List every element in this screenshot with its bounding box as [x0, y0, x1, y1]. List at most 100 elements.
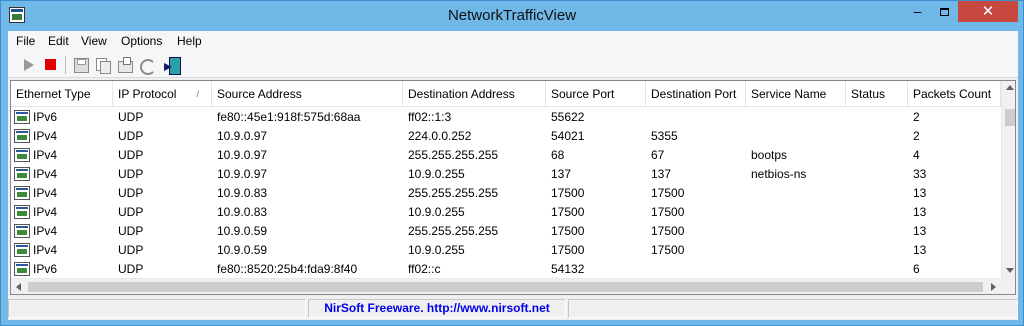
- cell-destination-address: 10.9.0.255: [408, 205, 465, 219]
- client-area: File Edit View Options Help Ethernet Typ…: [8, 31, 1018, 320]
- cell-packets-count: 13: [913, 186, 927, 200]
- cell-packets-count: 13: [913, 205, 927, 219]
- cell-packets-count: 4: [913, 148, 920, 162]
- cell-ethernet-type: IPv4: [33, 224, 58, 238]
- cell-source-address: 10.9.0.97: [217, 167, 268, 181]
- minimize-button[interactable]: –: [904, 1, 931, 22]
- table-row[interactable]: IPv4 UDP 10.9.0.59 10.9.0.255 17500 17500 13: [11, 241, 1001, 260]
- column-service-name[interactable]: Service Name: [746, 81, 846, 107]
- cell-ethernet-type: IPv6: [33, 110, 58, 124]
- cell-destination-port: 17500: [651, 186, 685, 200]
- cell-source-port: 17500: [551, 224, 585, 238]
- cell-source-port: 137: [551, 167, 572, 181]
- cell-ethernet-type: IPv4: [33, 243, 58, 257]
- table-row[interactable]: IPv4 UDP 10.9.0.83 255.255.255.255 17500 1750…: [11, 184, 1001, 203]
- scroll-up-icon[interactable]: [1006, 85, 1014, 90]
- menu-options[interactable]: Options: [121, 34, 162, 48]
- cell-destination-port: [646, 108, 746, 127]
- vertical-scroll-thumb[interactable]: [1005, 109, 1015, 126]
- cell-ip-protocol: UDP: [118, 129, 144, 143]
- table-row[interactable]: IPv6 UDP fe80::45e1:918f:575d:68aa ff02::1:…: [11, 108, 1001, 127]
- menu-help[interactable]: Help: [177, 34, 202, 48]
- cell-ip-protocol: UDP: [118, 262, 144, 276]
- cell-source-address: 10.9.0.83: [217, 186, 268, 200]
- scroll-down-icon[interactable]: [1006, 268, 1014, 273]
- column-source-address[interactable]: Source Address: [212, 81, 403, 107]
- menu-bar: File Edit View Options Help: [8, 31, 1018, 52]
- column-destination-port[interactable]: Destination Port: [646, 81, 746, 107]
- cell-service-name: bootps: [751, 148, 788, 162]
- cell-ip-protocol: UDP: [118, 205, 144, 219]
- cell-source-address: 10.9.0.59: [217, 243, 268, 257]
- column-status[interactable]: Status: [846, 81, 908, 107]
- properties-icon[interactable]: [116, 56, 134, 74]
- cell-source-port: 55622: [551, 110, 585, 124]
- vertical-scrollbar[interactable]: [1001, 81, 1015, 278]
- table-row[interactable]: IPv6 UDP fe80::8520:25b4:fda9:8f40 ff02::c 5…: [11, 260, 1001, 279]
- cell-source-address: 10.9.0.59: [217, 224, 268, 238]
- cell-destination-address: 10.9.0.255: [408, 167, 465, 181]
- cell-destination-address: 255.255.255.255: [408, 186, 499, 200]
- table-row[interactable]: IPv4 UDP 10.9.0.97 224.0.0.252 54021 5355 2: [11, 127, 1001, 146]
- cell-ethernet-type: IPv6: [33, 262, 58, 276]
- traffic-list[interactable]: Ethernet Type IP Protocol / Source Addre…: [10, 80, 1016, 295]
- refresh-icon[interactable]: [138, 56, 156, 75]
- column-packets-count[interactable]: Packets Count: [908, 81, 1001, 107]
- status-pane-3: [568, 299, 1018, 318]
- cell-source-address: fe80::8520:25b4:fda9:8f40: [217, 262, 358, 276]
- copy-icon[interactable]: [94, 56, 112, 74]
- table-row[interactable]: IPv4 UDP 10.9.0.97 10.9.0.255 137 137 netbios-…: [11, 165, 1001, 184]
- status-pane-2[interactable]: NirSoft Freeware. http://www.nirsoft.net: [308, 299, 566, 318]
- cell-service-name: [746, 203, 846, 222]
- cell-destination-port: 137: [651, 167, 672, 181]
- cell-status: [846, 241, 908, 260]
- close-button[interactable]: ✕: [958, 1, 1018, 22]
- cell-source-port: 17500: [551, 186, 585, 200]
- cell-status: [846, 127, 908, 146]
- menu-edit[interactable]: Edit: [48, 34, 69, 48]
- cell-ip-protocol: UDP: [118, 243, 144, 257]
- title-bar[interactable]: NetworkTrafficView – ✕: [1, 1, 1023, 31]
- cell-destination-port: 67: [651, 148, 665, 162]
- cell-status: [846, 146, 908, 165]
- table-row[interactable]: IPv4 UDP 10.9.0.97 255.255.255.255 68 67 bootp…: [11, 146, 1001, 165]
- column-ip-protocol[interactable]: IP Protocol /: [113, 81, 212, 107]
- cell-packets-count: 13: [913, 243, 927, 257]
- cell-status: [846, 108, 908, 127]
- cell-ethernet-type: IPv4: [33, 186, 58, 200]
- nirsoft-link[interactable]: NirSoft Freeware. http://www.nirsoft.net: [309, 300, 565, 317]
- table-row[interactable]: IPv4 UDP 10.9.0.59 255.255.255.255 17500 1750…: [11, 222, 1001, 241]
- play-icon[interactable]: [20, 56, 38, 74]
- stop-icon[interactable]: [42, 56, 60, 74]
- horizontal-scroll-thumb[interactable]: [28, 282, 983, 292]
- cell-service-name: netbios-ns: [751, 167, 807, 181]
- cell-destination-port: 5355: [651, 129, 678, 143]
- exit-icon[interactable]: [164, 56, 182, 75]
- column-destination-address[interactable]: Destination Address: [403, 81, 546, 107]
- cell-packets-count: 6: [913, 262, 920, 276]
- table-row[interactable]: IPv4 UDP 10.9.0.83 10.9.0.255 17500 17500 13: [11, 203, 1001, 222]
- cell-ip-protocol: UDP: [118, 224, 144, 238]
- cell-status: [846, 260, 908, 279]
- maximize-button[interactable]: [931, 1, 958, 22]
- cell-destination-address: 224.0.0.252: [408, 129, 472, 143]
- cell-status: [846, 165, 908, 184]
- menu-file[interactable]: File: [16, 34, 35, 48]
- cell-ethernet-type: IPv4: [33, 167, 58, 181]
- cell-destination-address: 255.255.255.255: [408, 224, 499, 238]
- cell-ethernet-type: IPv4: [33, 148, 58, 162]
- horizontal-scrollbar[interactable]: [11, 278, 1001, 294]
- cell-destination-port: 17500: [651, 243, 685, 257]
- cell-service-name: [746, 127, 846, 146]
- cell-service-name: [746, 184, 846, 203]
- cell-packets-count: 2: [913, 129, 920, 143]
- save-icon[interactable]: [72, 56, 90, 74]
- menu-view[interactable]: View: [81, 34, 107, 48]
- column-source-port[interactable]: Source Port: [546, 81, 646, 107]
- scroll-left-icon[interactable]: [16, 283, 21, 291]
- cell-source-port: 54132: [551, 262, 585, 276]
- scroll-right-icon[interactable]: [991, 283, 996, 291]
- cell-source-port: 54021: [551, 129, 585, 143]
- column-ethernet-type[interactable]: Ethernet Type: [11, 81, 113, 107]
- toolbar: [8, 52, 1018, 78]
